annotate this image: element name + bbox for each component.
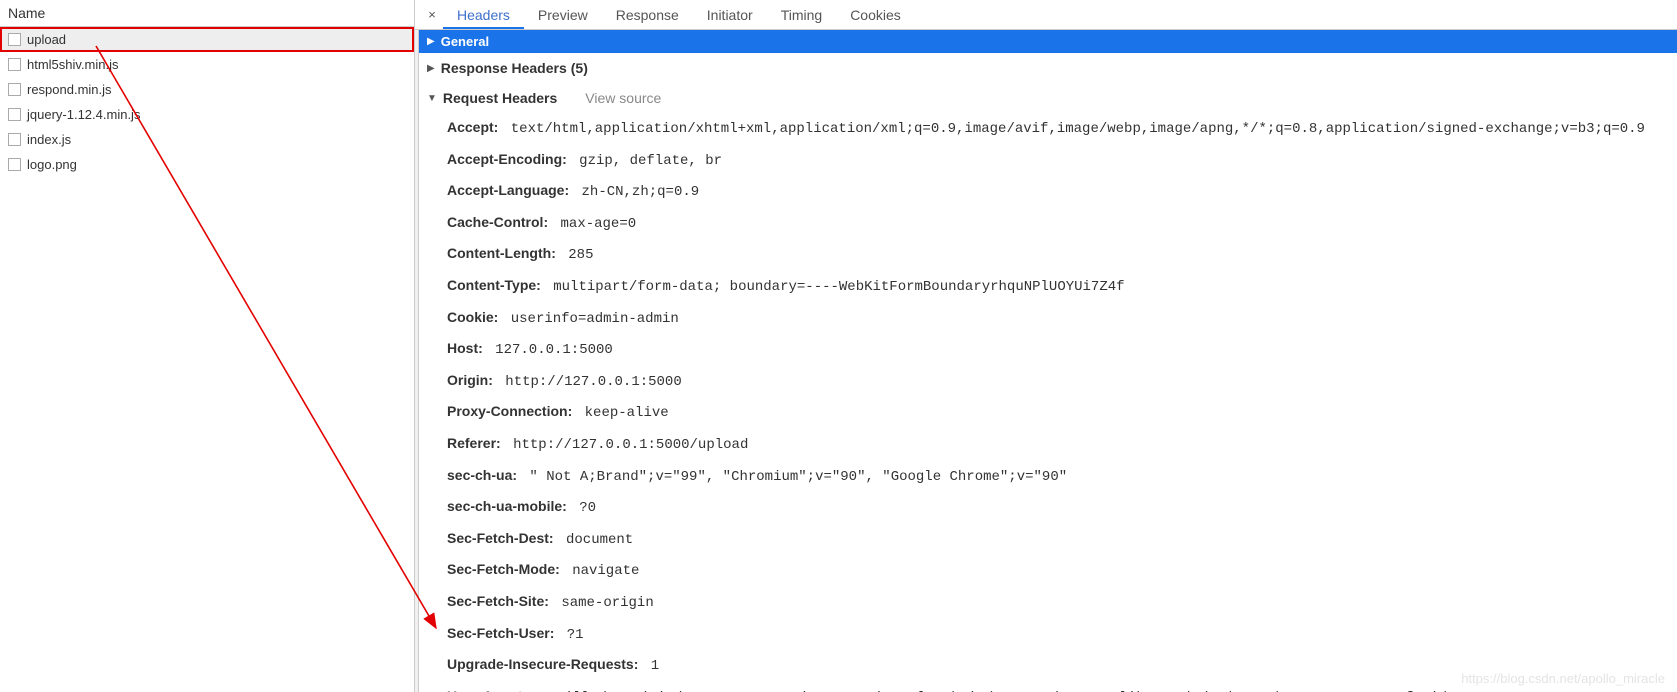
header-key: Sec-Fetch-Mode: bbox=[447, 561, 560, 577]
header-key: Host: bbox=[447, 340, 483, 356]
header-value: keep-alive bbox=[576, 405, 668, 421]
file-name: respond.min.js bbox=[27, 82, 112, 97]
header-value: 1 bbox=[642, 658, 659, 674]
header-key: Content-Type: bbox=[447, 277, 541, 293]
chevron-right-icon: ▶ bbox=[427, 36, 435, 47]
header-value: navigate bbox=[564, 563, 640, 579]
header-value: text/html,application/xhtml+xml,applicat… bbox=[502, 121, 1645, 137]
file-icon bbox=[8, 58, 21, 71]
file-row[interactable]: upload bbox=[0, 27, 414, 52]
header-key: User-Agent: bbox=[447, 688, 527, 692]
header-value: 285 bbox=[560, 247, 594, 263]
file-row[interactable]: respond.min.js bbox=[0, 77, 414, 102]
header-key: Sec-Fetch-Dest: bbox=[447, 530, 554, 546]
header-key: Cookie: bbox=[447, 309, 498, 325]
header-key: Accept: bbox=[447, 119, 498, 135]
file-list: upload html5shiv.min.js respond.min.js jque… bbox=[0, 27, 414, 692]
header-line: Cookie: userinfo=admin-admin bbox=[447, 303, 1677, 335]
section-response-headers-title: Response Headers bbox=[441, 60, 567, 76]
header-line: Content-Type: multipart/form-data; bound… bbox=[447, 271, 1677, 303]
header-line: Referer: http://127.0.0.1:5000/upload bbox=[447, 429, 1677, 461]
chevron-down-icon: ▼ bbox=[427, 93, 437, 104]
file-row[interactable]: logo.png bbox=[0, 152, 414, 177]
section-general-title: General bbox=[441, 34, 489, 49]
file-icon bbox=[8, 33, 21, 46]
view-source-link[interactable]: View source bbox=[585, 90, 661, 106]
header-key: Sec-Fetch-Site: bbox=[447, 593, 549, 609]
watermark: https://blog.csdn.net/apollo_miracle bbox=[1461, 671, 1665, 686]
header-value: max-age=0 bbox=[552, 216, 636, 232]
header-value: same-origin bbox=[553, 595, 654, 611]
section-general[interactable]: ▶ General bbox=[415, 30, 1677, 53]
header-line: Sec-Fetch-Dest: document bbox=[447, 524, 1677, 556]
tab-bar: × HeadersPreviewResponseInitiatorTimingC… bbox=[415, 0, 1677, 30]
tab-response[interactable]: Response bbox=[602, 1, 693, 29]
file-name: index.js bbox=[27, 132, 71, 147]
header-value: userinfo=admin-admin bbox=[502, 311, 678, 327]
tab-initiator[interactable]: Initiator bbox=[693, 1, 767, 29]
header-key: Referer: bbox=[447, 435, 501, 451]
file-icon bbox=[8, 83, 21, 96]
file-row[interactable]: index.js bbox=[0, 127, 414, 152]
header-key: Proxy-Connection: bbox=[447, 403, 572, 419]
header-key: Accept-Encoding: bbox=[447, 151, 567, 167]
header-key: Cache-Control: bbox=[447, 214, 548, 230]
header-line: Sec-Fetch-Site: same-origin bbox=[447, 587, 1677, 619]
tab-headers[interactable]: Headers bbox=[443, 1, 524, 29]
header-value: document bbox=[558, 532, 634, 548]
file-icon bbox=[8, 108, 21, 121]
file-icon bbox=[8, 158, 21, 171]
file-row[interactable]: jquery-1.12.4.min.js bbox=[0, 102, 414, 127]
header-value: ?0 bbox=[571, 500, 596, 516]
panel-resize-handle[interactable] bbox=[414, 30, 419, 692]
header-line: Accept-Language: zh-CN,zh;q=0.9 bbox=[447, 176, 1677, 208]
header-value: ?1 bbox=[558, 627, 583, 643]
details-panel: × HeadersPreviewResponseInitiatorTimingC… bbox=[415, 0, 1677, 692]
header-value: http://127.0.0.1:5000/upload bbox=[505, 437, 749, 453]
header-key: Content-Length: bbox=[447, 245, 556, 261]
header-line: Host: 127.0.0.1:5000 bbox=[447, 334, 1677, 366]
header-line: Cache-Control: max-age=0 bbox=[447, 208, 1677, 240]
header-line: Accept-Encoding: gzip, deflate, br bbox=[447, 145, 1677, 177]
headers-content: ▶ General ▶ Response Headers (5) ▼ Reque… bbox=[415, 30, 1677, 692]
header-line: Accept: text/html,application/xhtml+xml,… bbox=[447, 113, 1677, 145]
file-name: html5shiv.min.js bbox=[27, 57, 119, 72]
chevron-right-icon: ▶ bbox=[427, 63, 435, 74]
header-key: Origin: bbox=[447, 372, 493, 388]
header-key: sec-ch-ua: bbox=[447, 467, 517, 483]
section-request-headers[interactable]: ▼ Request Headers View source bbox=[415, 83, 1677, 113]
file-row[interactable]: html5shiv.min.js bbox=[0, 52, 414, 77]
header-line: sec-ch-ua-mobile: ?0 bbox=[447, 492, 1677, 524]
file-name: jquery-1.12.4.min.js bbox=[27, 107, 140, 122]
header-line: sec-ch-ua: " Not A;Brand";v="99", "Chrom… bbox=[447, 461, 1677, 493]
header-line: Origin: http://127.0.0.1:5000 bbox=[447, 366, 1677, 398]
tab-preview[interactable]: Preview bbox=[524, 1, 602, 29]
header-line: Sec-Fetch-Mode: navigate bbox=[447, 555, 1677, 587]
file-icon bbox=[8, 133, 21, 146]
network-request-list: Name upload html5shiv.min.js respond.min.j… bbox=[0, 0, 415, 692]
header-value: " Not A;Brand";v="99", "Chromium";v="90"… bbox=[521, 469, 1067, 485]
header-key: sec-ch-ua-mobile: bbox=[447, 498, 567, 514]
header-value: multipart/form-data; boundary=----WebKit… bbox=[545, 279, 1125, 295]
request-headers-block: Accept: text/html,application/xhtml+xml,… bbox=[415, 113, 1677, 692]
header-value: zh-CN,zh;q=0.9 bbox=[573, 184, 699, 200]
header-key: Accept-Language: bbox=[447, 182, 569, 198]
header-value: http://127.0.0.1:5000 bbox=[497, 374, 682, 390]
section-request-headers-title: Request Headers bbox=[443, 90, 557, 106]
tab-cookies[interactable]: Cookies bbox=[836, 1, 915, 29]
header-key: Sec-Fetch-User: bbox=[447, 625, 554, 641]
header-line: Sec-Fetch-User: ?1 bbox=[447, 619, 1677, 651]
file-name: upload bbox=[27, 32, 66, 47]
header-value: gzip, deflate, br bbox=[571, 153, 722, 169]
header-key: Upgrade-Insecure-Requests: bbox=[447, 656, 638, 672]
header-line: Content-Length: 285 bbox=[447, 239, 1677, 271]
file-name: logo.png bbox=[27, 157, 77, 172]
column-header-name[interactable]: Name bbox=[0, 0, 414, 27]
section-response-headers-count: (5) bbox=[571, 60, 588, 76]
header-value: 127.0.0.1:5000 bbox=[487, 342, 613, 358]
close-icon[interactable]: × bbox=[421, 7, 443, 22]
section-response-headers[interactable]: ▶ Response Headers (5) bbox=[415, 53, 1677, 83]
header-line: Proxy-Connection: keep-alive bbox=[447, 397, 1677, 429]
tab-timing[interactable]: Timing bbox=[767, 1, 837, 29]
